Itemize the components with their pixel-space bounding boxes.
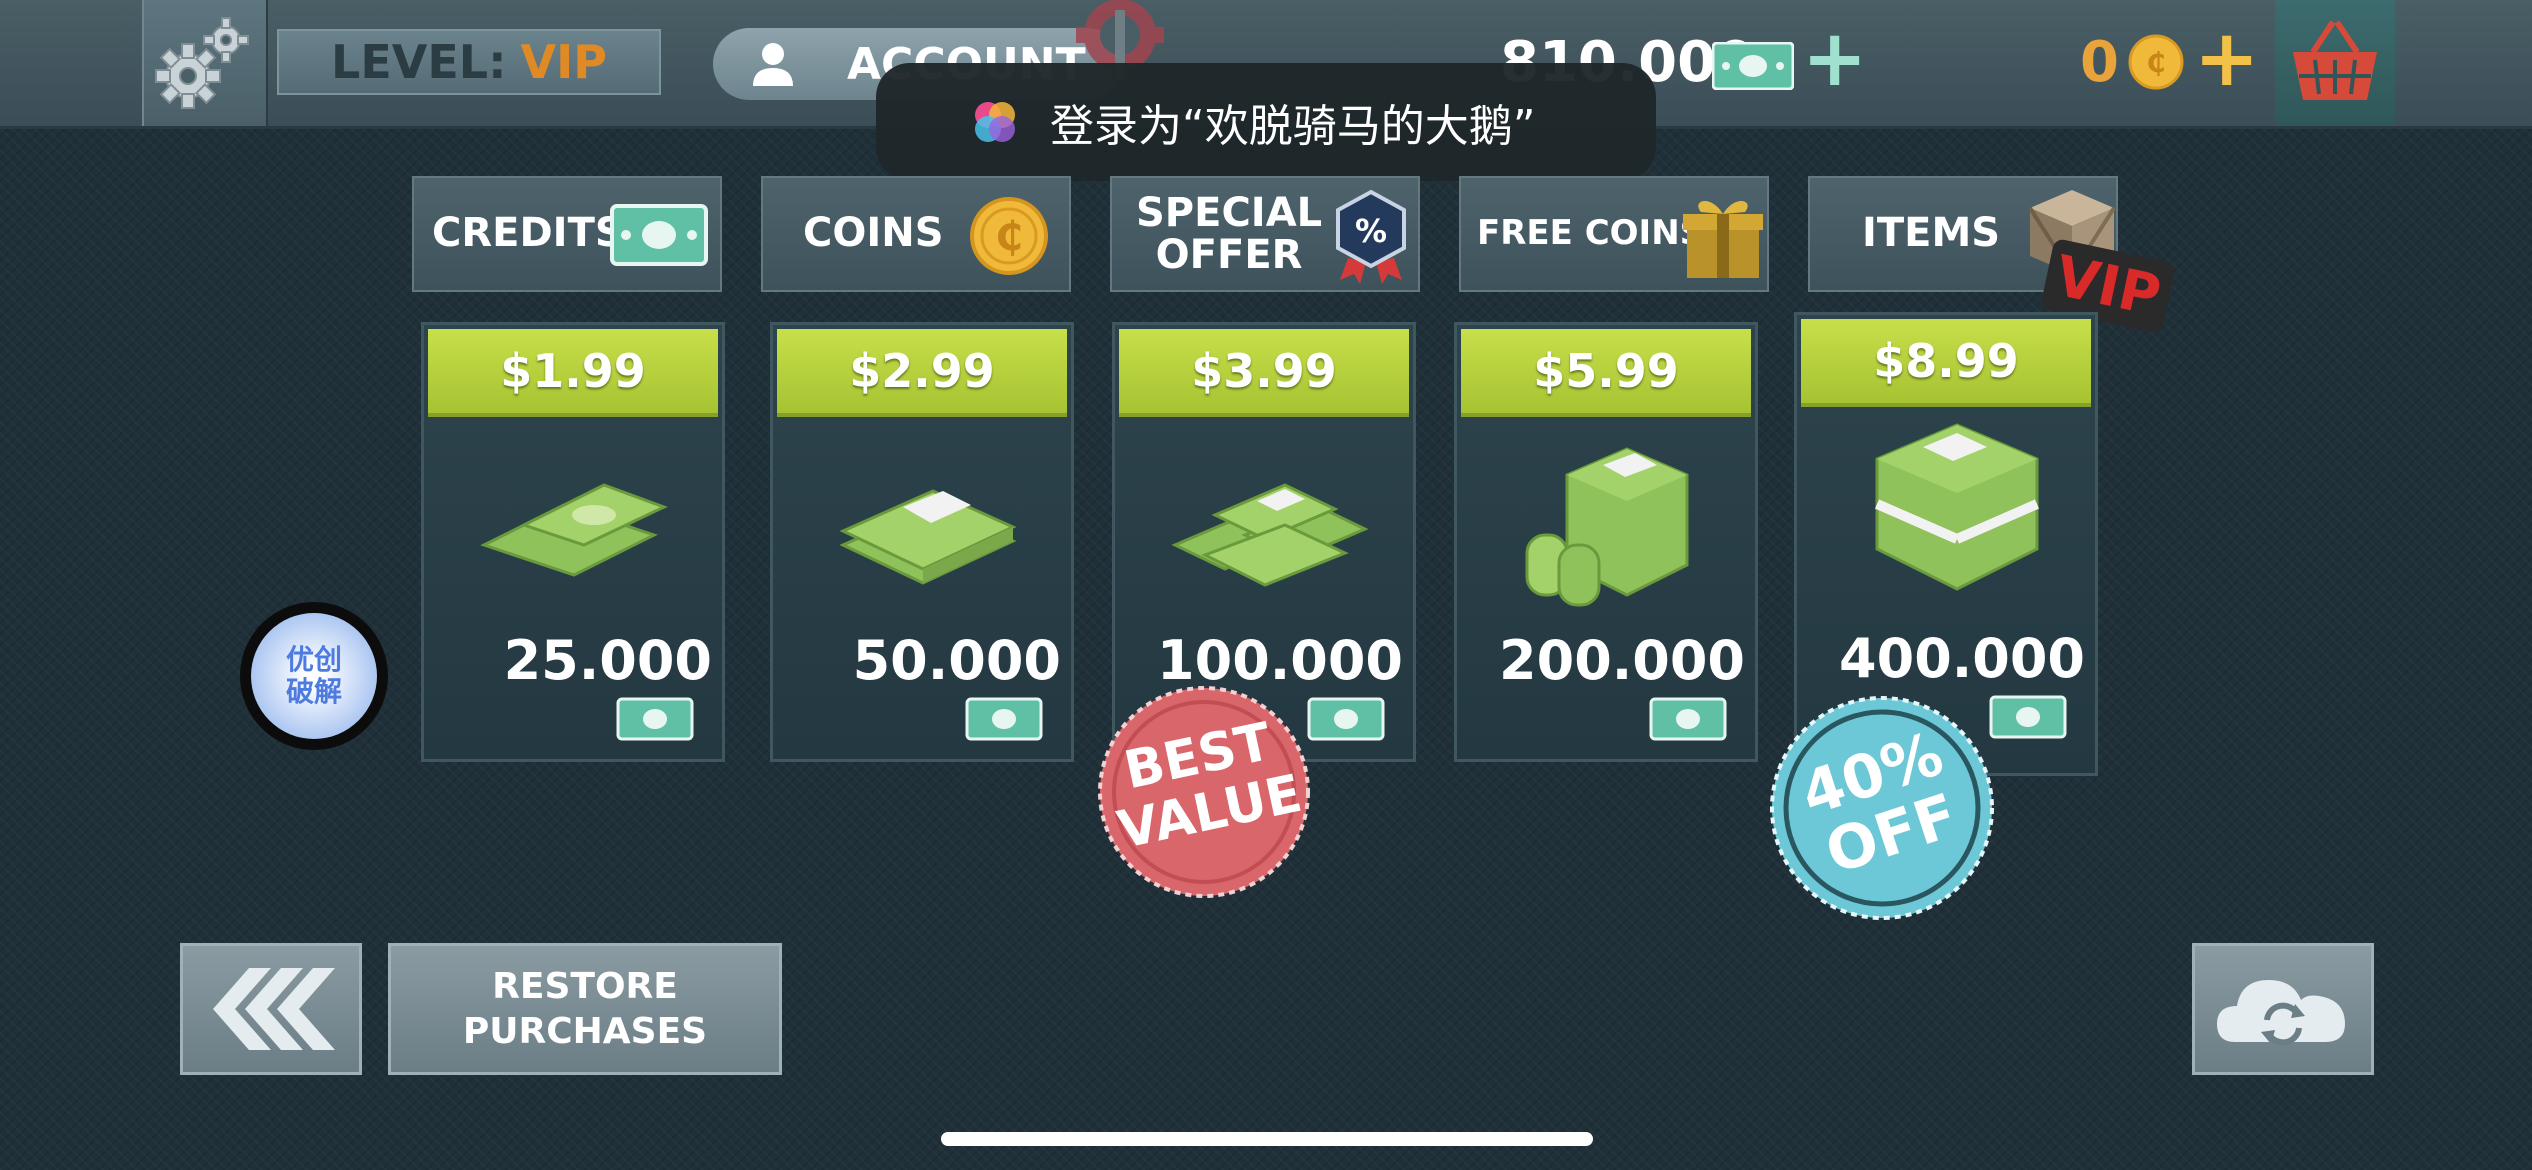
credit-amount: 50.000 xyxy=(852,629,1061,692)
tab-coins[interactable]: COINS ₵ xyxy=(761,176,1071,292)
tab-free-coins-label: FREE COINS xyxy=(1477,213,1705,253)
tab-special-offer-line2: OFFER xyxy=(1155,232,1303,278)
tab-special-offer-line1: SPECIAL xyxy=(1136,190,1323,236)
cloud-sync-icon xyxy=(2217,980,2345,1046)
cash-stacks-icon xyxy=(1171,483,1369,587)
svg-text:%: % xyxy=(1355,212,1387,250)
level-indicator: LEVEL: VIP xyxy=(277,29,661,95)
game-center-login-toast: 登录为“欢脱骑马的大鹅” xyxy=(876,63,1656,181)
triple-chevron-left-icon xyxy=(213,968,335,1050)
cash-icon xyxy=(610,204,708,266)
cash-stack-icon xyxy=(839,489,1017,585)
cash-icon xyxy=(1989,695,2067,739)
game-center-icon xyxy=(975,102,1015,142)
price-button[interactable]: $5.99 xyxy=(1461,329,1751,417)
price-button[interactable]: $2.99 xyxy=(777,329,1067,417)
cash-icon xyxy=(1649,697,1727,741)
credit-amount: 200.000 xyxy=(1499,629,1745,692)
overlay-watermark-badge[interactable]: 优创 破解 xyxy=(240,602,388,750)
settings-button[interactable] xyxy=(142,0,268,126)
tab-items-label: ITEMS xyxy=(1862,210,2001,256)
tab-credits-label: CREDITS xyxy=(432,210,624,256)
discount-badge: 40% OFF xyxy=(1770,696,1994,920)
cash-icon xyxy=(1307,697,1385,741)
tab-special-offer[interactable]: SPECIAL OFFER % xyxy=(1110,176,1420,292)
add-coins-button[interactable]: + xyxy=(2194,20,2259,98)
svg-text:₵: ₵ xyxy=(2146,46,2165,79)
person-icon xyxy=(753,43,793,86)
watermark-line2: 破解 xyxy=(285,675,342,708)
home-indicator[interactable] xyxy=(941,1132,1593,1146)
price-button[interactable]: $1.99 xyxy=(428,329,718,417)
tab-special-offer-label: SPECIAL OFFER xyxy=(1136,192,1322,276)
toast-text: 登录为“欢脱骑马的大鹅” xyxy=(1050,101,1536,152)
percent-badge-icon: % xyxy=(1336,189,1406,284)
level-label: LEVEL: xyxy=(331,35,507,89)
coins-balance: 0 xyxy=(2080,30,2119,95)
restore-line1: RESTORE xyxy=(492,966,678,1007)
restore-line2: PURCHASES xyxy=(462,1011,708,1052)
tab-free-coins[interactable]: FREE COINS xyxy=(1459,176,1769,292)
watermark-line1: 优创 xyxy=(285,642,342,676)
watermark-inner: 优创 破解 xyxy=(251,613,377,739)
credit-amount: 25.000 xyxy=(503,629,712,692)
cash-icon xyxy=(1712,42,1794,90)
cash-cube-icon xyxy=(1874,423,2040,591)
credit-pack-card[interactable]: $1.99 25.000 xyxy=(421,322,725,762)
tab-credits[interactable]: CREDITS xyxy=(412,176,722,292)
credit-amount: 400.000 xyxy=(1839,627,2085,690)
cash-icon xyxy=(965,697,1043,741)
cash-bills-icon xyxy=(480,483,668,577)
best-value-badge: BEST VALUE xyxy=(1098,686,1310,898)
tab-coins-label: COINS xyxy=(803,210,944,256)
basket-icon xyxy=(2293,20,2377,100)
level-value: VIP xyxy=(520,35,607,89)
cash-icon xyxy=(616,697,694,741)
coin-icon: ₵ xyxy=(2128,34,2184,90)
cloud-sync-button[interactable] xyxy=(2192,943,2374,1075)
svg-text:₵: ₵ xyxy=(995,214,1023,260)
price-button[interactable]: $3.99 xyxy=(1119,329,1409,417)
price-button[interactable]: $8.99 xyxy=(1801,319,2091,407)
credit-pack-card[interactable]: $5.99 200.000 xyxy=(1454,322,1758,762)
coin-icon: ₵ xyxy=(970,197,1048,275)
shop-basket-button[interactable] xyxy=(2275,0,2395,126)
cash-pile-icon xyxy=(1525,447,1689,607)
back-button[interactable] xyxy=(180,943,362,1075)
restore-purchases-button[interactable]: RESTORE PURCHASES xyxy=(388,943,782,1075)
gift-icon xyxy=(1683,200,1763,278)
gear-icon xyxy=(155,17,249,109)
add-credits-button[interactable]: + xyxy=(1802,20,1867,98)
credit-pack-card[interactable]: $2.99 50.000 xyxy=(770,322,1074,762)
credit-amount: 100.000 xyxy=(1157,629,1403,692)
